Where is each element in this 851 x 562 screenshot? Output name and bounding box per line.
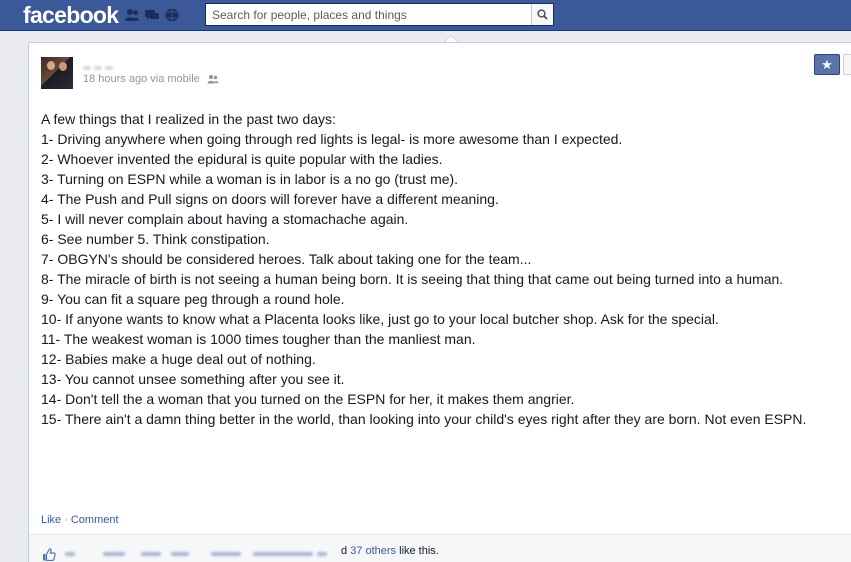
post-line: 11- The weakest woman is 1000 times toug… — [41, 331, 476, 347]
thumbs-up-icon — [42, 547, 56, 561]
jewel-icons — [124, 7, 180, 23]
edit-button[interactable]: ✎ — [843, 54, 851, 75]
star-icon: ★ — [821, 56, 833, 72]
likes-partial-text: d — [341, 545, 348, 557]
post-card: 18 hours ago via mobile ★ ✎ A few things… — [28, 42, 851, 562]
comment-link[interactable]: Comment — [71, 514, 119, 526]
post-line: 5- I will never complain about having a … — [41, 211, 409, 227]
facebook-logo[interactable]: facebook — [23, 1, 119, 29]
action-separator: · — [64, 514, 68, 526]
star-button[interactable]: ★ — [814, 54, 840, 75]
author-name-redacted — [83, 57, 153, 70]
post-meta: 18 hours ago via mobile — [83, 73, 219, 85]
likes-suffix: like this. — [399, 545, 439, 557]
messages-icon[interactable] — [144, 7, 160, 23]
post-line: A few things that I realized in the past… — [41, 111, 336, 127]
friend-requests-icon[interactable] — [124, 7, 140, 23]
search-icon — [537, 9, 548, 20]
post-line: 7- OBGYN's should be considered heroes. … — [41, 251, 532, 267]
notifications-icon[interactable] — [164, 7, 180, 23]
post-body: A few things that I realized in the past… — [41, 109, 831, 429]
top-bar: facebook — [0, 0, 851, 31]
post-timestamp[interactable]: 18 hours ago via mobile — [83, 73, 200, 85]
post-line: 12- Babies make a huge deal out of nothi… — [41, 351, 316, 367]
others-link[interactable]: 37 others — [350, 545, 396, 557]
post-line: 4- The Push and Pull signs on doors will… — [41, 191, 499, 207]
like-link[interactable]: Like — [41, 514, 61, 526]
search-input[interactable] — [206, 4, 531, 25]
search-box — [205, 3, 554, 26]
post-line: 14- Don't tell the a woman that you turn… — [41, 391, 575, 407]
friends-icon[interactable] — [207, 74, 219, 84]
likes-summary: d 37 others like this. — [29, 534, 851, 562]
author-avatar[interactable] — [41, 57, 73, 89]
post-line: 2- Whoever invented the epidural is quit… — [41, 151, 443, 167]
post-line: 15- There ain't a damn thing better in t… — [41, 411, 807, 427]
post-line: 1- Driving anywhere when going through r… — [41, 131, 623, 147]
post-line: 9- You can fit a square peg through a ro… — [41, 291, 345, 307]
post-line: 13- You cannot unsee something after you… — [41, 371, 345, 387]
post-line: 6- See number 5. Think constipation. — [41, 231, 270, 247]
search-button[interactable] — [531, 4, 553, 25]
likes-text: d 37 others like this. — [341, 545, 439, 557]
liker-names-redacted — [63, 549, 343, 559]
post-actions: Like · Comment — [41, 514, 119, 526]
post-line: 10- If anyone wants to know what a Place… — [41, 311, 719, 327]
post-line: 3- Turning on ESPN while a woman is in l… — [41, 171, 459, 187]
post-line: 8- The miracle of birth is not seeing a … — [41, 271, 784, 287]
